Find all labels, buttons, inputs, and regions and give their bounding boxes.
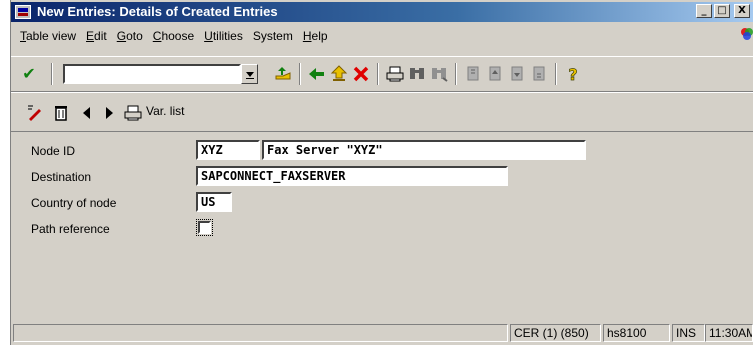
help-icon[interactable]: ?	[563, 64, 583, 84]
status-message	[13, 324, 508, 342]
menu-help[interactable]: Help	[298, 29, 333, 43]
node-id-field[interactable]: XYZ	[196, 140, 260, 160]
insert-mode: INS	[672, 324, 705, 342]
cancel-icon[interactable]	[351, 64, 371, 84]
previous-page-icon[interactable]	[485, 64, 505, 84]
minimize-button[interactable]: _	[696, 4, 712, 18]
sap-logo-icon	[741, 28, 753, 40]
app-icon[interactable]	[15, 5, 31, 19]
find-next-icon[interactable]	[429, 64, 449, 84]
clock: 11:30AM	[705, 324, 753, 342]
restore-button[interactable]: □	[714, 4, 730, 18]
toolbar-separator	[51, 63, 53, 85]
menu-utilities[interactable]: Utilities	[199, 29, 248, 43]
standard-toolbar: ✔ ?	[11, 56, 753, 92]
svg-text:?: ?	[568, 65, 577, 84]
command-field[interactable]	[63, 64, 241, 84]
application-toolbar: Var. list	[11, 92, 753, 132]
status-bar: CER (1) (850) hs8100 INS 11:30AM	[11, 321, 753, 343]
delete-icon[interactable]	[51, 103, 71, 123]
enter-check-icon[interactable]: ✔	[19, 64, 39, 84]
previous-entry-icon[interactable]	[77, 103, 97, 123]
server-info: hs8100	[603, 324, 670, 342]
menu-system[interactable]: System	[248, 29, 298, 43]
menu-table-view[interactable]: Table view	[15, 29, 81, 43]
country-field[interactable]: US	[196, 192, 232, 212]
sap-window: New Entries: Details of Created Entries …	[10, 0, 753, 345]
back-icon[interactable]	[307, 64, 327, 84]
detail-form: Node ID XYZ Fax Server "XYZ" Destination…	[11, 133, 753, 321]
exit-icon[interactable]	[329, 64, 349, 84]
title-bar: New Entries: Details of Created Entries …	[11, 2, 753, 22]
next-page-icon[interactable]	[507, 64, 527, 84]
menu-bar: Table view Edit Goto Choose Utilities Sy…	[11, 24, 753, 46]
find-icon[interactable]	[407, 64, 427, 84]
system-info[interactable]: CER (1) (850)	[510, 324, 601, 342]
command-history-dropdown[interactable]	[241, 64, 258, 84]
print-icon[interactable]	[385, 64, 405, 84]
destination-field[interactable]: SAPCONNECT_FAXSERVER	[196, 166, 508, 186]
toolbar-separator	[377, 63, 379, 85]
destination-label: Destination	[31, 170, 92, 184]
node-description-field[interactable]: Fax Server "XYZ"	[262, 140, 586, 160]
window-title: New Entries: Details of Created Entries	[37, 4, 278, 19]
change-display-icon[interactable]	[25, 103, 45, 123]
toolbar-separator	[455, 63, 457, 85]
menu-edit[interactable]: Edit	[81, 29, 112, 43]
menu-choose[interactable]: Choose	[148, 29, 199, 43]
toolbar-separator	[555, 63, 557, 85]
first-page-icon[interactable]	[463, 64, 483, 84]
save-icon[interactable]	[273, 64, 293, 84]
window-controls: _ □ X	[696, 4, 750, 18]
country-label: Country of node	[31, 196, 117, 210]
variable-list-print-icon[interactable]	[123, 103, 143, 123]
next-entry-icon[interactable]	[99, 103, 119, 123]
var-list-button[interactable]: Var. list	[146, 104, 184, 118]
close-button[interactable]: X	[734, 4, 750, 18]
path-reference-label: Path reference	[31, 222, 110, 236]
toolbar-separator	[299, 63, 301, 85]
path-reference-checkbox[interactable]	[196, 219, 213, 236]
node-id-label: Node ID	[31, 144, 76, 158]
last-page-icon[interactable]	[529, 64, 549, 84]
menu-goto[interactable]: Goto	[112, 29, 148, 43]
